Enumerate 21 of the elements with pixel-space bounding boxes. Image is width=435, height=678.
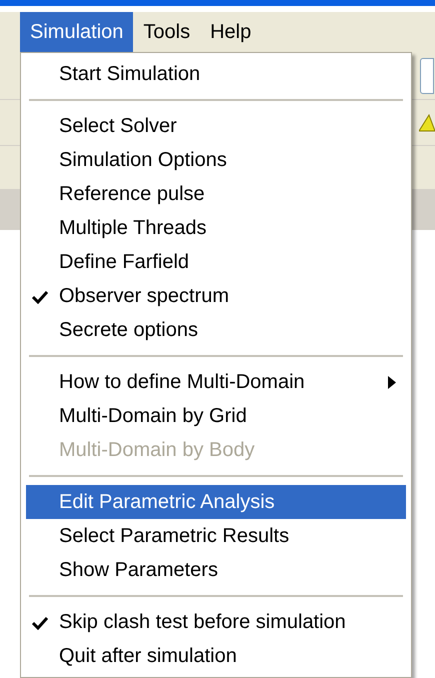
menu-item[interactable]: Start Simulation bbox=[26, 57, 406, 91]
menu-item[interactable]: Multi-Domain by Grid bbox=[26, 399, 406, 433]
triangle-icon[interactable] bbox=[419, 112, 435, 132]
toolbar-button[interactable] bbox=[420, 58, 434, 94]
menu-item[interactable]: Reference pulse bbox=[26, 177, 406, 211]
menu-item[interactable]: Show Parameters bbox=[26, 553, 406, 587]
menu-bar-item[interactable]: Help bbox=[200, 12, 262, 52]
menu-item[interactable]: How to define Multi-Domain bbox=[26, 365, 406, 399]
menu-item[interactable]: Multiple Threads bbox=[26, 211, 406, 245]
menu-item[interactable]: Select Parametric Results bbox=[26, 519, 406, 553]
menu-bar-item[interactable]: Simulation bbox=[20, 12, 134, 52]
menu-item[interactable]: Secrete options bbox=[26, 313, 406, 347]
menu-item[interactable]: Quit after simulation bbox=[26, 639, 406, 673]
submenu-arrow-icon bbox=[388, 376, 396, 389]
menu-item[interactable]: Define Farfield bbox=[26, 245, 406, 279]
menu-bar-item[interactable]: Tools bbox=[133, 12, 200, 52]
menu-item[interactable]: Select Solver bbox=[26, 109, 406, 143]
menu-item[interactable]: Observer spectrum bbox=[26, 279, 406, 313]
menu-item[interactable]: Skip clash test before simulation bbox=[26, 605, 406, 639]
menu-item[interactable]: Edit Parametric Analysis bbox=[26, 485, 406, 519]
menu-item[interactable]: Simulation Options bbox=[26, 143, 406, 177]
